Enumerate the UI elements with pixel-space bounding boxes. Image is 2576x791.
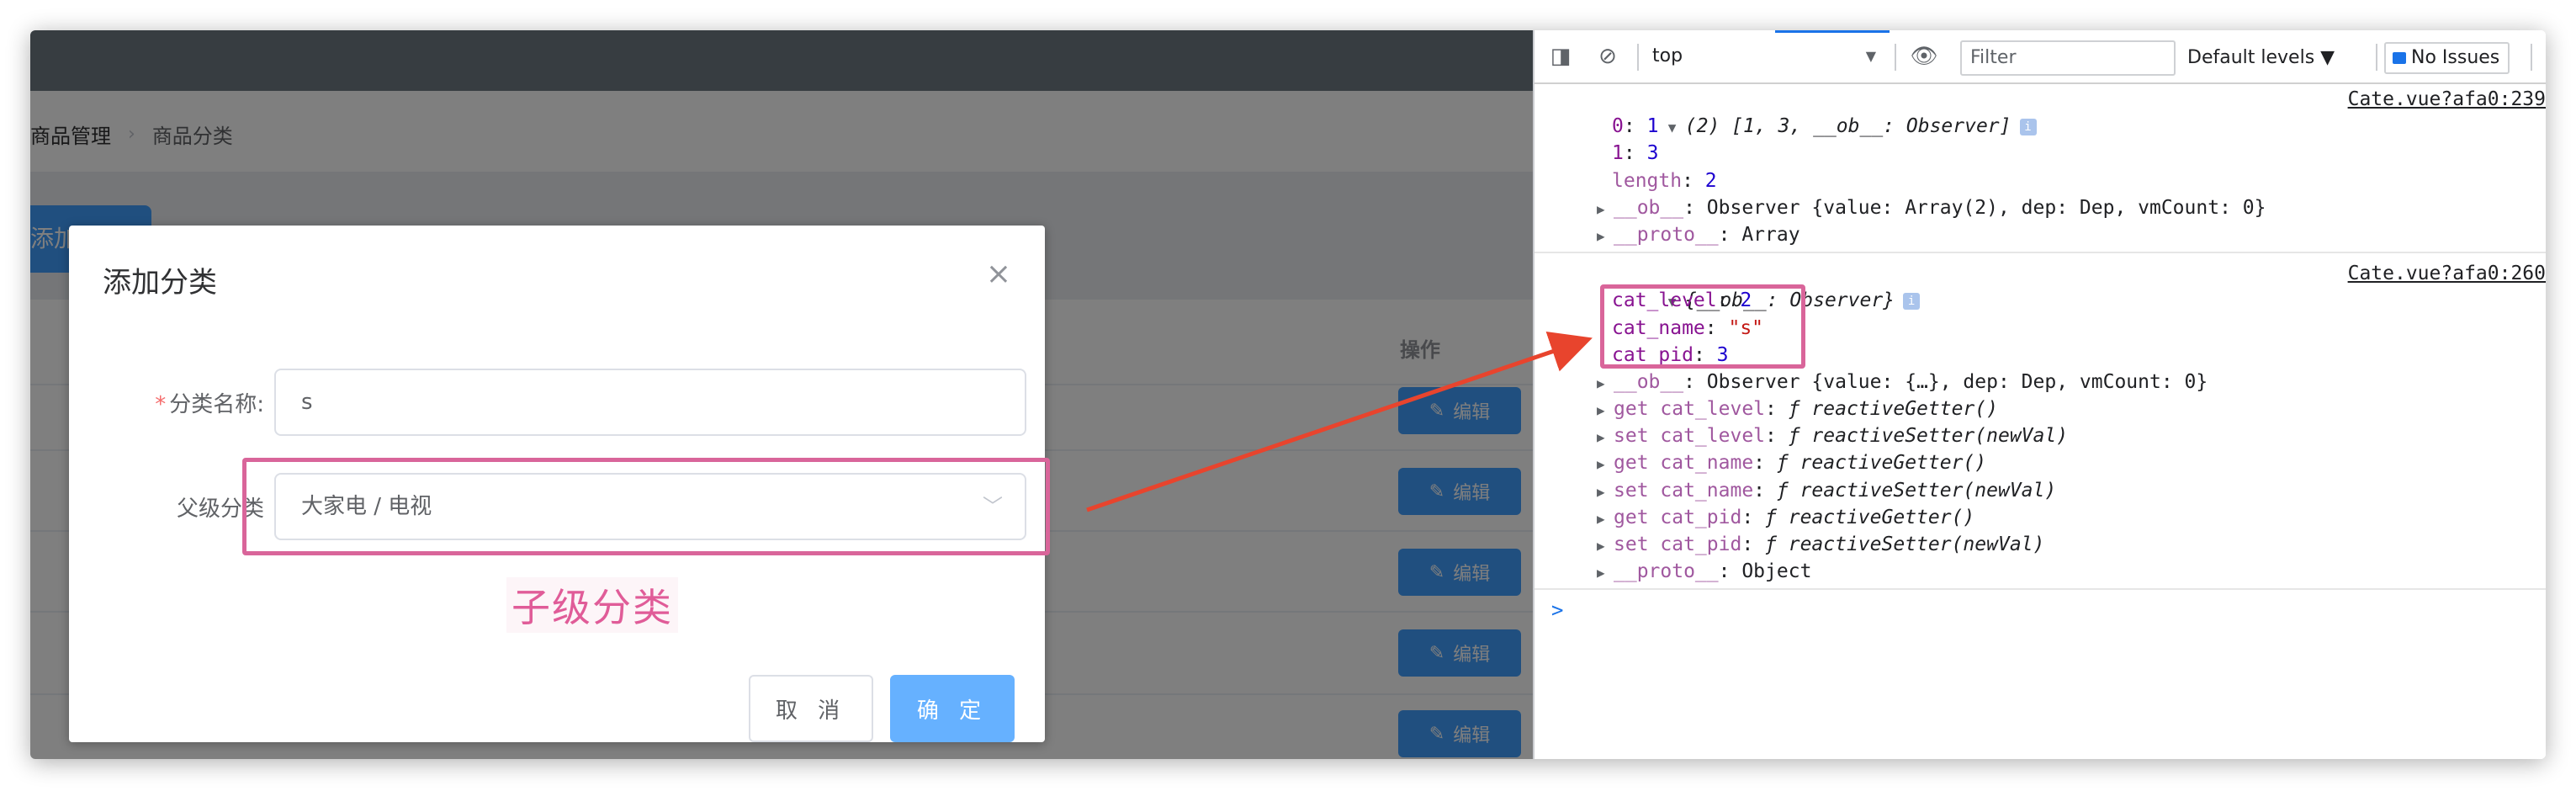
screenshot-frame: 商品管理 › 商品分类 添加 操作 ✎编辑 ✎编辑 ✎编辑 ✎编辑 ✎编辑 添加…: [30, 30, 2546, 759]
annotation-arrow: [1086, 331, 1593, 512]
